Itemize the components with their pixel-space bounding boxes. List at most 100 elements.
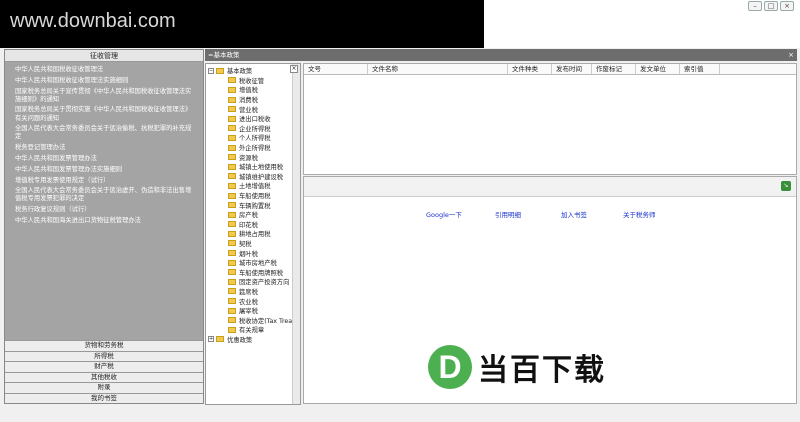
- table-header: 文号 文件名称 文件种类 发布时间 作废标记 发文单位 索引值: [304, 64, 796, 75]
- tree-node[interactable]: 农业税: [208, 296, 300, 306]
- detail-toolbar: ↘: [304, 177, 796, 197]
- tree-node-label: 税收协定(Tax Trea: [239, 317, 293, 325]
- folder-icon: [216, 336, 224, 343]
- nav-link[interactable]: 税务行政复议规则（试行）: [15, 206, 193, 214]
- column-header[interactable]: 发文单位: [636, 64, 680, 74]
- folder-icon: [228, 77, 236, 84]
- tree-node[interactable]: 进出口税收: [208, 114, 300, 124]
- tree-node-label: 城市房地产税: [239, 260, 277, 268]
- tree-node[interactable]: 企业所得税: [208, 124, 300, 134]
- tree-root-node[interactable]: + 优惠政策: [208, 335, 300, 345]
- folder-icon: [228, 278, 236, 285]
- column-header[interactable]: 发布时间: [552, 64, 592, 74]
- folder-icon: [228, 259, 236, 266]
- tree-node-label: 城镇土地使用税: [239, 164, 284, 172]
- tree-node[interactable]: 营业税: [208, 104, 300, 114]
- maximize-button[interactable]: □: [764, 1, 778, 11]
- column-header[interactable]: 索引值: [680, 64, 720, 74]
- folder-icon: [228, 317, 236, 324]
- folder-icon: [228, 192, 236, 199]
- citation-detail-link[interactable]: 引用明细: [495, 209, 521, 219]
- tree-close-icon[interactable]: ×: [290, 65, 298, 73]
- tree-node[interactable]: 车船使用税: [208, 191, 300, 201]
- tree-node-label: 车船使用税: [239, 193, 271, 201]
- nav-link[interactable]: 国家税务总局关于宣传贯彻《中华人民共和国税收征收管理法实施细则》的通知: [15, 88, 193, 104]
- nav-link[interactable]: 国家税务总局关于贯彻实施《中华人民共和国税收征收管理法》有关问题的通知: [15, 106, 193, 122]
- folder-icon: [228, 269, 236, 276]
- close-button[interactable]: ×: [780, 1, 794, 11]
- google-search-link[interactable]: Google一下: [426, 209, 462, 219]
- tree-node[interactable]: 资源税: [208, 152, 300, 162]
- export-icon[interactable]: ↘: [781, 181, 791, 191]
- tree-node-label: 资源税: [239, 154, 258, 162]
- folder-icon: [228, 134, 236, 141]
- nav-link[interactable]: 全国人民代表大会常务委员会关于惩治偷税、抗税犯罪的补充规定: [15, 125, 193, 141]
- nav-link[interactable]: 税务登记管理办法: [15, 144, 193, 152]
- tree-node-label: 烟叶税: [239, 250, 258, 258]
- minimize-button[interactable]: –: [748, 1, 762, 11]
- column-header[interactable]: 文号: [304, 64, 368, 74]
- nav-link[interactable]: 中华人民共和国海关进出口货物征税管理办法: [15, 217, 193, 225]
- main-header-title: =基本政策: [208, 51, 240, 59]
- tree-node-label: 营业税: [239, 106, 258, 114]
- folder-icon: [228, 182, 236, 189]
- folder-icon: [228, 298, 236, 305]
- tree-node[interactable]: 消费税: [208, 95, 300, 105]
- tree-node[interactable]: 车船使用牌照税: [208, 267, 300, 277]
- nav-link[interactable]: 中华人民共和国税收征收管理法实施细则: [15, 77, 193, 85]
- nav-category-button[interactable]: 财产税: [5, 361, 203, 372]
- tree-node[interactable]: 车辆购置税: [208, 200, 300, 210]
- tree-node[interactable]: 城市房地产税: [208, 258, 300, 268]
- tree-node[interactable]: 城镇维护建设税: [208, 172, 300, 182]
- tree-node-label: 固定资产投资方向: [239, 279, 290, 287]
- nav-link[interactable]: 全国人民代表大会常务委员会关于惩治虚开、伪造和非法出售增值税专用发票犯罪的决定: [15, 187, 193, 203]
- tree-root-node[interactable]: − 基本政策: [208, 66, 300, 76]
- tree-node[interactable]: 城镇土地使用税: [208, 162, 300, 172]
- status-strip: [0, 405, 800, 422]
- folder-icon: [228, 202, 236, 209]
- nav-category-button[interactable]: 所得税: [5, 350, 203, 361]
- folder-icon: [228, 307, 236, 314]
- expand-icon[interactable]: −: [208, 67, 214, 74]
- policy-tree: − 基本政策 税收征管 增值税 消费税 营业税 进出口税收 企业所得税 个人所得税 外企所得税 资源…: [205, 63, 301, 405]
- tree-node[interactable]: 屠宰税: [208, 306, 300, 316]
- tree-node-label: 房产税: [239, 212, 258, 220]
- nav-category-button[interactable]: 货物和劳务税: [5, 340, 203, 351]
- nav-link[interactable]: 增值税专用发票使用规定（试行）: [15, 177, 193, 185]
- tree-node[interactable]: 个人所得税: [208, 133, 300, 143]
- tree-node[interactable]: 印花税: [208, 220, 300, 230]
- tree-node[interactable]: 有关规章: [208, 325, 300, 335]
- folder-icon: [228, 240, 236, 247]
- tree-node[interactable]: 契税: [208, 239, 300, 249]
- expand-icon[interactable]: +: [208, 336, 214, 343]
- nav-category-button[interactable]: 其他税收: [5, 371, 203, 382]
- add-bookmark-link[interactable]: 加入书签: [561, 209, 587, 219]
- column-header[interactable]: 作废标记: [592, 64, 636, 74]
- close-icon[interactable]: ×: [788, 49, 794, 61]
- tree-node[interactable]: 房产税: [208, 210, 300, 220]
- nav-link[interactable]: 中华人民共和国发票管理办法: [15, 155, 193, 163]
- column-header[interactable]: 文件种类: [508, 64, 552, 74]
- site-logo: D 当百下载: [428, 345, 606, 389]
- tree-node[interactable]: 税收协定(Tax Trea: [208, 315, 300, 325]
- tree-node[interactable]: 筵席税: [208, 287, 300, 297]
- nav-category-button[interactable]: 附录: [5, 382, 203, 393]
- tree-node[interactable]: 增值税: [208, 85, 300, 95]
- nav-category-button[interactable]: 我的书签: [5, 392, 203, 403]
- tree-node[interactable]: 烟叶税: [208, 248, 300, 258]
- tree-node[interactable]: 土地增值税: [208, 181, 300, 191]
- tree-node[interactable]: 耕地占用税: [208, 229, 300, 239]
- tree-scrollbar[interactable]: [292, 64, 300, 404]
- watermark: www.downbai.com: [0, 0, 484, 48]
- nav-link[interactable]: 中华人民共和国发票管理办法实施细则: [15, 166, 193, 174]
- tree-node[interactable]: 固定资产投资方向: [208, 277, 300, 287]
- column-header[interactable]: 文件名称: [368, 64, 508, 74]
- nav-section-header[interactable]: 征收管理: [5, 50, 203, 62]
- about-link[interactable]: 关于税务师: [623, 209, 656, 219]
- folder-icon: [228, 86, 236, 93]
- tree-node[interactable]: 税收征管: [208, 76, 300, 86]
- tree-node[interactable]: 外企所得税: [208, 143, 300, 153]
- window-controls: – □ ×: [748, 1, 794, 11]
- nav-link[interactable]: 中华人民共和国税收征收管理法: [15, 66, 193, 74]
- tree-node-label: 企业所得税: [239, 125, 271, 133]
